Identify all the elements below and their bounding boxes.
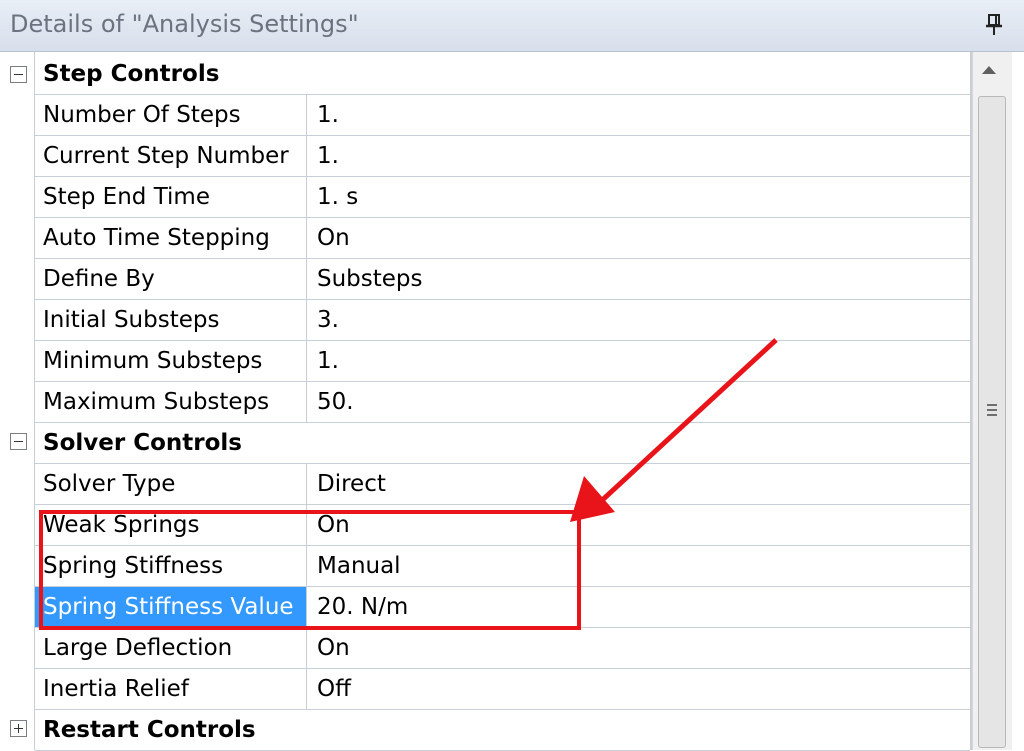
annotation-highlight-box: [39, 510, 581, 630]
annotation-arrow-head: [570, 476, 615, 522]
annotation-overlay: [39, 338, 778, 630]
annotation-arrow-line: [596, 338, 778, 506]
